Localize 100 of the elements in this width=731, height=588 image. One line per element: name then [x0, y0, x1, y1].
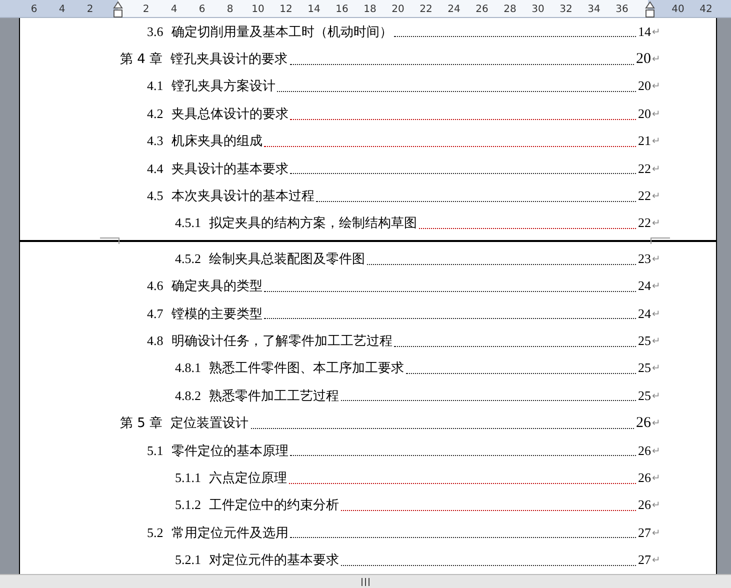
- entry-title[interactable]: 确定夹具的类型: [171, 277, 262, 296]
- entry-title[interactable]: 夹具设计的基本要求: [171, 160, 288, 178]
- entry-number: 4.7: [147, 306, 164, 322]
- ruler-number: 18: [364, 4, 376, 14]
- entry-title[interactable]: 定位装置设计: [170, 414, 249, 432]
- paragraph-mark: ↵: [652, 26, 660, 38]
- entry-title[interactable]: 零件定位的基本原理: [171, 442, 288, 460]
- ruler-number: 4: [58, 4, 66, 14]
- paragraph-mark: ↵: [652, 472, 660, 484]
- entry-title[interactable]: 镗孔夹具设计的要求: [170, 50, 288, 68]
- ruler-number: 14: [308, 4, 320, 14]
- paragraph-mark: ↵: [652, 444, 660, 457]
- paragraph-mark: ↵: [652, 499, 660, 512]
- indent-marker-icon[interactable]: [113, 0, 123, 18]
- indent-marker-icon[interactable]: [645, 0, 655, 18]
- paragraph-mark: ↵: [652, 362, 660, 374]
- entry-number: 第 4 章: [120, 51, 163, 68]
- entry-number: 4.5: [147, 188, 164, 204]
- paragraph-mark: ↵: [652, 390, 660, 402]
- paragraph-mark: ↵: [652, 280, 660, 292]
- ruler-number: 4: [170, 4, 178, 14]
- entry-number: 4.5.1: [175, 215, 201, 232]
- entry-title[interactable]: 机床夹具的组成: [171, 132, 262, 150]
- entry-title[interactable]: 镗模的主要类型: [171, 304, 262, 323]
- ruler-number: 8: [226, 4, 234, 14]
- entry-number: 4.1: [147, 78, 164, 94]
- entry-number: 5.1.2: [175, 497, 201, 514]
- page-number: 25: [638, 360, 651, 376]
- horizontal-scrollbar[interactable]: [0, 574, 731, 588]
- page-number: 26: [638, 470, 651, 486]
- page-number: 22: [638, 160, 651, 177]
- ruler-number: 6: [198, 4, 206, 14]
- page-number: 25: [638, 388, 651, 404]
- ruler-number: 10: [252, 4, 264, 14]
- scroll-grip-icon: [361, 578, 370, 586]
- ruler-number: 40: [672, 4, 684, 14]
- ruler-number: 30: [532, 4, 544, 14]
- entry-number: 3.6: [147, 24, 164, 40]
- ruler-number: 24: [448, 4, 460, 14]
- page-number: 14: [638, 24, 651, 40]
- page-number: 26: [638, 497, 651, 514]
- paragraph-mark: ↵: [652, 526, 660, 539]
- ruler-number: 36: [616, 4, 628, 14]
- ruler-number: 26: [476, 4, 488, 14]
- paragraph-mark: ↵: [652, 554, 660, 566]
- entry-title[interactable]: 确定切削用量及基本工时（机动时间）: [171, 22, 392, 41]
- page-number: 27: [638, 552, 651, 568]
- ruler-number: 32: [560, 4, 572, 14]
- entry-title[interactable]: 绘制夹具总装配图及零件图: [209, 250, 365, 268]
- ruler-number: 2: [142, 4, 150, 14]
- paragraph-mark: ↵: [652, 135, 660, 148]
- paragraph-mark: ↵: [652, 108, 660, 120]
- page-number: 25: [638, 332, 651, 349]
- page-number: 21: [638, 133, 651, 150]
- page-number: 23: [638, 250, 651, 267]
- paragraph-mark: ↵: [652, 417, 660, 430]
- page-number: 20: [638, 78, 651, 94]
- ruler-number: 34: [588, 4, 600, 14]
- entry-number: 5.1: [147, 442, 164, 459]
- page-number: 26: [638, 442, 651, 459]
- entry-number: 4.5.2: [175, 250, 201, 267]
- page-number: 24: [638, 278, 651, 294]
- entry-title[interactable]: 工件定位中的约束分析: [209, 496, 339, 514]
- paragraph-mark: ↵: [652, 252, 660, 265]
- paragraph-mark: ↵: [652, 190, 660, 202]
- ruler-number: 42: [700, 4, 712, 14]
- entry-number: 第 5 章: [120, 415, 163, 432]
- entry-title[interactable]: 明确设计任务，了解零件加工工艺过程: [171, 332, 392, 350]
- entry-title[interactable]: 熟悉工件零件图、本工序加工要求: [209, 359, 404, 378]
- entry-number: 5.1.1: [175, 470, 201, 486]
- entry-number: 4.8: [147, 332, 164, 349]
- page-number: 20: [636, 50, 651, 68]
- entry-title[interactable]: 镗孔夹具方案设计: [171, 77, 276, 96]
- ruler-number: 12: [280, 4, 292, 14]
- crop-mark-icon: [100, 237, 120, 246]
- page-number: 22: [638, 188, 651, 204]
- entry-number: 4.8.2: [175, 388, 201, 404]
- entry-title[interactable]: 六点定位原理: [209, 468, 287, 487]
- entry-number: 5.2: [147, 524, 164, 541]
- page-number: 27: [638, 524, 651, 541]
- ruler-number: 6: [30, 4, 38, 14]
- page-number: 20: [638, 106, 651, 122]
- entry-title[interactable]: 熟悉零件加工工艺过程: [209, 386, 339, 405]
- page-number: 24: [638, 306, 651, 322]
- entry-number: 4.8.1: [175, 360, 201, 376]
- paragraph-mark: ↵: [652, 162, 660, 175]
- entry-number: 4.4: [147, 160, 164, 177]
- ruler-number: 16: [336, 4, 348, 14]
- ruler-number: 2: [86, 4, 94, 14]
- paragraph-mark: ↵: [652, 80, 660, 92]
- entry-title[interactable]: 常用定位元件及选用: [171, 524, 288, 542]
- entry-title[interactable]: 本次夹具设计的基本过程: [171, 187, 314, 206]
- entry-title[interactable]: 夹具总体设计的要求: [171, 104, 288, 123]
- entry-number: 4.2: [147, 106, 164, 122]
- ruler-number: 28: [504, 4, 516, 14]
- page-number: 22: [638, 215, 651, 232]
- crop-mark-icon: [650, 237, 670, 246]
- entry-title[interactable]: 对定位元件的基本要求: [209, 551, 339, 570]
- paragraph-mark: ↵: [652, 217, 660, 230]
- entry-title[interactable]: 拟定夹具的结构方案，绘制结构草图: [209, 214, 417, 232]
